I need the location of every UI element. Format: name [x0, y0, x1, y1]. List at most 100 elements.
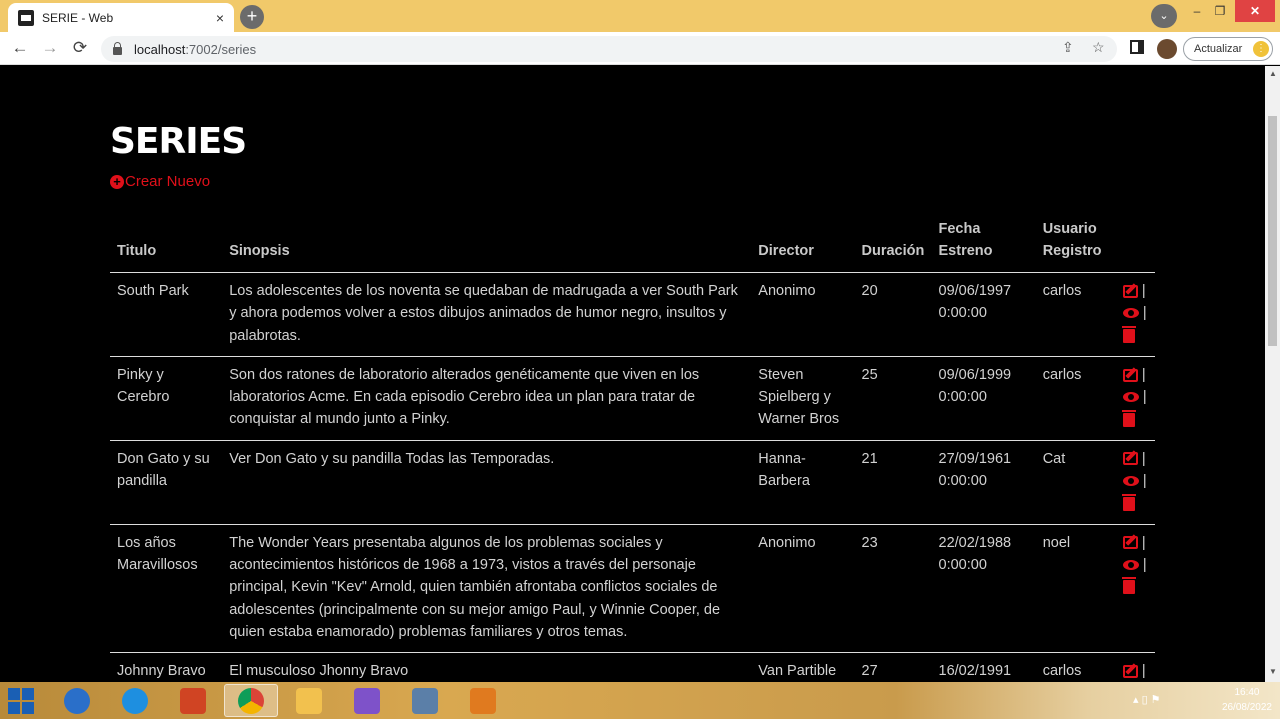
taskbar-visualstudio-icon[interactable]	[340, 684, 394, 717]
cell-duracion: 23	[854, 524, 932, 654]
table-row: Los años Maravillosos The Wonder Years p…	[110, 524, 1155, 654]
system-clock[interactable]: 16:40 26/08/2022	[1222, 685, 1272, 715]
update-button[interactable]: Actualizar ⋮	[1183, 37, 1273, 61]
delete-icon[interactable]	[1121, 409, 1136, 427]
clock-date: 26/08/2022	[1221, 702, 1272, 713]
action-separator: |	[1142, 305, 1147, 322]
tab-close-icon[interactable]: ×	[216, 10, 224, 26]
taskbar-ie-icon[interactable]	[108, 684, 162, 717]
taskbar-search-icon[interactable]	[50, 684, 104, 717]
delete-icon[interactable]	[1121, 577, 1136, 595]
view-icon[interactable]	[1122, 308, 1139, 319]
cell-director: Steven Spielberg y Warner Bros	[751, 356, 855, 441]
back-button[interactable]: ←	[9, 37, 31, 59]
cell-actions: | |	[1118, 272, 1155, 357]
new-tab-button[interactable]: +	[240, 5, 264, 29]
tab-title: SERIE - Web	[42, 10, 114, 25]
menu-dots-icon[interactable]: ⋮	[1253, 41, 1269, 57]
delete-icon[interactable]	[1121, 325, 1136, 343]
address-bar[interactable]: localhost :7002/series	[101, 36, 1117, 62]
cell-duracion: 25	[854, 356, 932, 441]
url-path: :7002/series	[185, 41, 257, 57]
url-host: localhost	[134, 41, 186, 57]
site-favicon-icon	[18, 9, 34, 26]
update-label: Actualizar	[1194, 43, 1243, 55]
cell-usuario: noel	[1035, 524, 1119, 654]
scroll-up-icon[interactable]: ▲	[1269, 69, 1277, 78]
minimize-window-button[interactable]: –	[1186, 0, 1208, 22]
view-icon[interactable]	[1122, 560, 1139, 571]
cell-fecha: 09/06/1999 0:00:00	[931, 356, 1036, 441]
cell-director: Hanna-Barbera	[751, 440, 855, 525]
cell-fecha: 09/06/1997 0:00:00	[931, 272, 1036, 357]
table-row: South Park Los adolescentes de los noven…	[110, 272, 1155, 357]
restore-window-button[interactable]: ❐	[1208, 0, 1232, 22]
header-titulo: Titulo	[110, 212, 223, 273]
action-separator: |	[1142, 556, 1147, 573]
scroll-down-icon[interactable]: ▼	[1269, 667, 1277, 676]
edit-icon[interactable]	[1122, 284, 1138, 298]
edit-icon[interactable]	[1122, 664, 1138, 678]
side-panel-icon[interactable]	[1130, 40, 1144, 54]
taskbar-media-icon[interactable]	[456, 684, 510, 717]
cell-sinopsis: Ver Don Gato y su pandilla Todas las Tem…	[222, 440, 752, 525]
action-separator: |	[1141, 534, 1146, 551]
cell-duracion: 21	[854, 440, 932, 525]
edit-icon[interactable]	[1122, 452, 1138, 466]
cell-sinopsis: Los adolescentes de los noventa se queda…	[222, 272, 752, 357]
windows-start-icon[interactable]	[8, 688, 34, 714]
header-director: Director	[751, 212, 855, 273]
view-icon[interactable]	[1122, 392, 1139, 403]
cell-sinopsis: El musculoso Jhonny Bravo	[222, 652, 752, 682]
action-separator: |	[1142, 473, 1147, 490]
cell-sinopsis: The Wonder Years presentaba algunos de l…	[222, 524, 752, 654]
cell-duracion: 27	[854, 652, 932, 682]
taskbar-explorer-icon[interactable]	[282, 684, 336, 717]
table-row: Pinky y Cerebro Son dos ratones de labor…	[110, 356, 1155, 441]
series-table: Titulo Sinopsis Director Duración Fecha …	[110, 212, 1155, 682]
table-row: Don Gato y su pandilla Ver Don Gato y su…	[110, 440, 1155, 525]
view-icon[interactable]	[1122, 476, 1139, 487]
reload-button[interactable]: ⟳	[69, 37, 91, 59]
close-window-button[interactable]: ✕	[1235, 0, 1275, 22]
cell-usuario: carlos	[1035, 652, 1119, 682]
cell-fecha: 22/02/1988 0:00:00	[931, 524, 1036, 654]
cell-actions: |	[1118, 652, 1155, 682]
bookmark-star-icon[interactable]: ☆	[1092, 39, 1105, 56]
edit-icon[interactable]	[1122, 536, 1138, 550]
share-icon[interactable]: ⇪	[1062, 39, 1074, 56]
taskbar-chrome-icon[interactable]	[224, 684, 278, 717]
cell-fecha: 16/02/1991	[931, 652, 1036, 682]
header-actions	[1118, 212, 1155, 273]
profile-avatar[interactable]	[1157, 39, 1177, 59]
scrollbar-thumb[interactable]	[1268, 116, 1277, 346]
cell-titulo: South Park	[110, 272, 223, 357]
browser-tab[interactable]: SERIE - Web ×	[8, 3, 234, 32]
system-tray-icons[interactable]: ▴ ▯ ⚑	[1133, 693, 1161, 706]
taskbar-window-icon[interactable]	[398, 684, 452, 717]
os-taskbar: ▴ ▯ ⚑ 16:40 26/08/2022	[0, 682, 1280, 719]
forward-button[interactable]: →	[39, 37, 61, 59]
clock-time: 16:40	[1234, 687, 1260, 698]
cell-titulo: Los años Maravillosos	[110, 524, 223, 654]
page-scrollbar[interactable]: ▲ ▼	[1265, 66, 1280, 682]
cell-titulo: Don Gato y su pandilla	[110, 440, 223, 525]
edit-icon[interactable]	[1122, 368, 1138, 382]
cell-duracion: 20	[854, 272, 932, 357]
table-header-row: Titulo Sinopsis Director Duración Fecha …	[110, 212, 1155, 273]
cell-usuario: carlos	[1035, 272, 1119, 357]
cell-director: Anonimo	[751, 272, 855, 357]
cell-sinopsis: Son dos ratones de laboratorio alterados…	[222, 356, 752, 441]
tab-search-button[interactable]: ⌄	[1151, 4, 1177, 28]
action-separator: |	[1141, 663, 1146, 680]
header-usuario-registro: Usuario Registro	[1035, 212, 1119, 273]
action-separator: |	[1141, 450, 1146, 467]
create-new-label: Crear Nuevo	[125, 173, 211, 190]
delete-icon[interactable]	[1121, 493, 1136, 511]
page-title: SERIES	[110, 121, 247, 162]
create-new-link[interactable]: + Crear Nuevo	[110, 173, 210, 190]
plus-circle-icon: +	[110, 174, 124, 189]
cell-fecha: 27/09/1961 0:00:00	[931, 440, 1036, 525]
taskbar-powerpoint-icon[interactable]	[166, 684, 220, 717]
header-fecha-estreno: Fecha Estreno	[931, 212, 1036, 273]
